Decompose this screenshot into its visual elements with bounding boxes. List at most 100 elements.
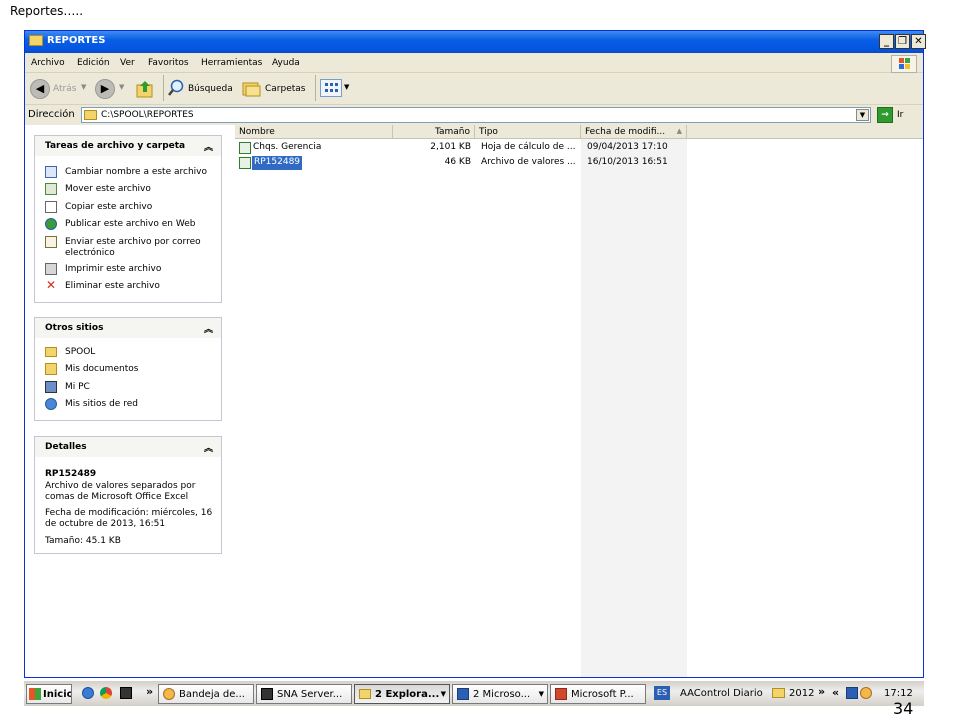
file-date: 09/04/2013 17:10 xyxy=(587,142,668,152)
file-tasks-header[interactable]: Tareas de archivo y carpeta ︽ xyxy=(35,136,221,156)
folder-icon xyxy=(772,688,785,698)
address-input[interactable]: C:\SPOOL\REPORTES ▼ xyxy=(81,107,871,123)
close-button[interactable]: ✕ xyxy=(911,34,926,49)
tray-outlook-icon[interactable] xyxy=(860,687,872,699)
mail-icon xyxy=(45,236,57,248)
address-value: C:\SPOOL\REPORTES xyxy=(101,110,194,120)
details-modified: Fecha de modificación: miércoles, 16 de … xyxy=(45,508,213,529)
task-button-word[interactable]: 2 Microso... ▼ xyxy=(452,684,548,704)
menu-herramientas[interactable]: Herramientas xyxy=(201,58,262,68)
back-dropdown-icon[interactable]: ▼ xyxy=(81,83,86,91)
folders-button-label[interactable]: Carpetas xyxy=(265,84,305,94)
windows-logo-icon xyxy=(891,55,917,73)
rename-icon xyxy=(45,166,57,178)
restore-button[interactable]: ❐ xyxy=(895,34,910,49)
slide-title: Reportes….. xyxy=(10,4,84,18)
views-icon[interactable] xyxy=(320,79,342,97)
details-header[interactable]: Detalles ︽ xyxy=(35,437,221,457)
menu-edicion[interactable]: Edición xyxy=(77,58,110,68)
taskbar: Inicio » Bandeja de... SNA Server... 2 E… xyxy=(24,680,924,706)
delete-icon: ✕ xyxy=(45,278,57,292)
ie-icon[interactable] xyxy=(82,687,94,699)
toolbar-aacontrol[interactable]: AAControl Diario xyxy=(680,688,763,699)
file-row-selected[interactable]: RP152489 46 KB Archivo de valores ... 16… xyxy=(235,156,687,170)
task-button-powerpoint[interactable]: Microsoft P... xyxy=(550,684,646,704)
collapse-chevron-icon[interactable]: ︽ xyxy=(204,140,213,153)
panel-title: Detalles xyxy=(45,442,87,452)
task-button-sna-server[interactable]: SNA Server... xyxy=(256,684,352,704)
back-arrow-icon[interactable]: ◀ xyxy=(30,79,50,99)
column-header-date-label: Fecha de modifi... xyxy=(585,127,666,137)
other-places-panel: Otros sitios ︽ SPOOL Mis documentos Mi P… xyxy=(34,317,222,421)
tray-app-icon[interactable] xyxy=(846,687,858,699)
language-indicator[interactable]: ES xyxy=(654,686,670,700)
folder-icon xyxy=(29,35,43,46)
menu-archivo[interactable]: Archivo xyxy=(31,58,65,68)
column-header-empty xyxy=(687,125,923,139)
column-header-size[interactable]: Tamaño xyxy=(393,125,475,139)
quicklaunch-chevron[interactable]: » xyxy=(146,685,153,698)
folder-icon xyxy=(359,689,371,699)
collapse-chevron-icon[interactable]: ︽ xyxy=(204,441,213,454)
computer-icon xyxy=(45,381,57,393)
menu-ayuda[interactable]: Ayuda xyxy=(272,58,300,68)
title-bar[interactable]: REPORTES _ ❐ ✕ xyxy=(25,31,926,53)
csv-file-icon xyxy=(239,157,251,169)
documents-icon xyxy=(45,363,57,375)
address-dropdown-icon[interactable]: ▼ xyxy=(856,109,869,121)
details-file-type: Archivo de valores separados por comas d… xyxy=(45,481,196,502)
go-button-label[interactable]: Ir xyxy=(897,110,903,120)
file-name: Chqs. Gerencia xyxy=(253,142,322,152)
toolbar-2012[interactable]: 2012 xyxy=(789,688,814,699)
address-label: Dirección xyxy=(28,109,75,120)
start-button[interactable]: Inicio xyxy=(26,684,72,704)
terminal-icon xyxy=(261,688,273,700)
collapse-chevron-icon[interactable]: ︽ xyxy=(204,322,213,335)
copy-icon xyxy=(45,201,57,213)
menu-favoritos[interactable]: Favoritos xyxy=(148,58,189,68)
word-icon xyxy=(457,688,469,700)
file-tasks-panel: Tareas de archivo y carpeta ︽ Cambiar no… xyxy=(34,135,222,303)
printer-icon xyxy=(45,263,57,275)
group-dropdown-icon: ▼ xyxy=(538,690,544,698)
file-date: 16/10/2013 16:51 xyxy=(587,157,668,167)
menu-bar: Archivo Edición Ver Favoritos Herramient… xyxy=(25,53,923,73)
calculator-icon[interactable] xyxy=(120,687,132,699)
outlook-icon xyxy=(163,688,175,700)
column-header-date[interactable]: Fecha de modifi... ▲ xyxy=(581,125,687,139)
file-name: RP152489 xyxy=(252,156,303,170)
up-folder-icon[interactable] xyxy=(135,79,155,99)
clock[interactable]: 17:12 xyxy=(884,688,913,699)
details-file-name: RP152489 xyxy=(45,469,97,479)
tray-expand-chevron[interactable]: « xyxy=(832,686,839,699)
file-size: 46 KB xyxy=(444,157,471,167)
toolbar-chevron[interactable]: » xyxy=(818,685,825,698)
menu-ver[interactable]: Ver xyxy=(120,58,135,68)
forward-arrow-icon[interactable]: ▶ xyxy=(95,79,115,99)
panel-title: Otros sitios xyxy=(45,323,104,333)
minimize-button[interactable]: _ xyxy=(879,34,894,49)
folder-icon xyxy=(45,347,57,357)
file-type: Archivo de valores ... xyxy=(481,157,576,167)
windows-logo-icon xyxy=(29,688,41,700)
panel-title: Tareas de archivo y carpeta xyxy=(45,141,186,151)
back-button-label[interactable]: Atrás xyxy=(53,84,76,94)
column-header-name[interactable]: Nombre xyxy=(235,125,393,139)
views-dropdown-icon[interactable]: ▼ xyxy=(344,83,349,91)
file-row[interactable]: Chqs. Gerencia 2,101 KB Hoja de cálculo … xyxy=(235,141,687,155)
slide-number: 34 xyxy=(893,699,914,718)
start-label: Inicio xyxy=(43,689,72,700)
search-button-label[interactable]: Búsqueda xyxy=(188,84,233,94)
search-icon[interactable] xyxy=(167,79,185,97)
other-places-header[interactable]: Otros sitios ︽ xyxy=(35,318,221,338)
go-arrow-icon[interactable]: → xyxy=(877,107,893,123)
column-header-type[interactable]: Tipo xyxy=(475,125,581,139)
forward-dropdown-icon[interactable]: ▼ xyxy=(119,83,124,91)
chrome-icon[interactable] xyxy=(100,687,112,699)
details-panel: Detalles ︽ RP152489 Archivo de valores s… xyxy=(34,436,222,554)
sorted-column-shade xyxy=(581,139,687,677)
task-button-explorer[interactable]: 2 Explora... ▼ xyxy=(354,684,450,704)
globe-icon xyxy=(45,218,57,230)
folders-icon[interactable] xyxy=(242,79,262,97)
task-button-outlook[interactable]: Bandeja de... xyxy=(158,684,254,704)
